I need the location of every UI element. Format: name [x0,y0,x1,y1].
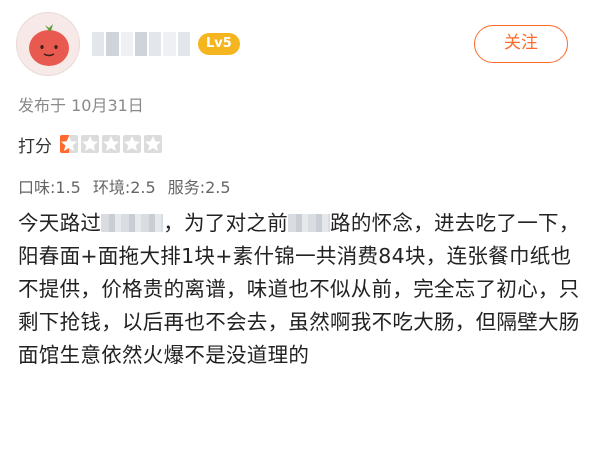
avatar[interactable] [16,12,80,76]
redacted-place-name [101,214,164,232]
post-date: 发布于 10月31日 [18,96,144,115]
sub-score-service: 服务:2.5 [167,178,231,197]
redacted-road-name [288,214,331,232]
level-badge: Lv5 [198,33,240,55]
username-redacted[interactable] [92,32,190,56]
rating-label: 打分 [18,136,52,157]
review-part-1: 今天路过 [18,211,102,235]
tomato-icon [29,24,69,66]
star-icon [144,135,162,153]
follow-button[interactable]: 关注 [474,25,568,63]
sub-scores: 口味:1.5 环境:2.5 服务:2.5 [18,174,231,198]
star-icon [123,135,141,153]
star-icon [60,135,78,153]
star-icon [102,135,120,153]
sub-score-taste: 口味:1.5 [18,178,81,197]
star-rating [60,135,162,153]
rating-row: 打分 [18,132,162,157]
sub-score-environment: 环境:2.5 [92,178,156,197]
star-icon [81,135,99,153]
review-part-2: ，为了对之前 [163,211,289,235]
review-text: 今天路过 ，为了对之前 路的怀念，进去吃了一下，阳春面+面拖大排1块+素什锦一共消费… [18,207,584,372]
review-part-3: 路的怀念，进去吃了一下，阳春面+面拖大排1块+素什锦一共消费84块，连张餐巾纸也… [18,211,580,367]
